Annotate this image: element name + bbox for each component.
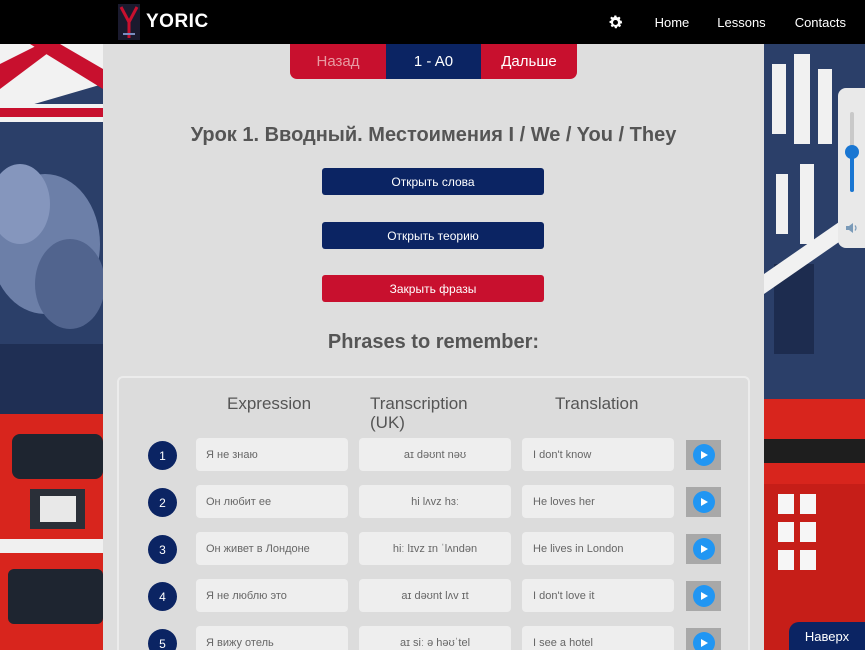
play-button[interactable] (686, 581, 721, 611)
translation-cell: He loves her (522, 485, 674, 518)
brand-name: YORIC (146, 11, 209, 32)
row-number: 5 (148, 629, 177, 650)
close-phrases-button[interactable]: Закрыть фразы (322, 275, 544, 302)
table-row: 5 Я вижу отель aɪ siː ə həʊˈtel I see a … (119, 626, 752, 650)
back-to-top-button[interactable]: Наверх (789, 622, 865, 650)
lesson-pager: Назад 1 - A0 Дальше (290, 44, 577, 79)
expression-cell: Он любит ее (196, 485, 348, 518)
main-nav: Home Lessons Contacts (607, 0, 865, 44)
open-words-button[interactable]: Открыть слова (322, 168, 544, 195)
play-icon (692, 491, 715, 513)
play-icon (692, 444, 715, 466)
play-button[interactable] (686, 440, 721, 470)
translation-cell: He lives in London (522, 532, 674, 565)
nav-home-link[interactable]: Home (655, 15, 690, 30)
play-icon (692, 538, 715, 560)
expression-cell: Он живет в Лондоне (196, 532, 348, 565)
row-number: 3 (148, 535, 177, 564)
table-row: 4 Я не люблю это aɪ dəʊnt lʌv ɪt I don't… (119, 579, 752, 613)
volume-slider-handle[interactable] (845, 145, 859, 159)
prev-lesson-button[interactable]: Назад (290, 44, 386, 79)
transcription-cell: hiː lɪvz ɪn ˈlʌndən (359, 532, 511, 565)
table-row: 1 Я не знаю aɪ dəʊnt nəʊ I don't know (119, 438, 752, 472)
phrases-section-title: Phrases to remember: (327, 331, 540, 353)
column-header-translation: Translation (555, 394, 639, 413)
table-row: 2 Он любит ее hi lʌvz hɜː He loves her (119, 485, 752, 519)
lesson-title: Урок 1. Вводный. Местоимения I / We / Yo… (190, 124, 677, 146)
transcription-cell: aɪ siː ə həʊˈtel (359, 626, 511, 650)
translation-cell: I don't know (522, 438, 674, 471)
translation-cell: I don't love it (522, 579, 674, 612)
top-navbar: YORIC Home Lessons Contacts (0, 0, 865, 44)
logo-mark-icon (118, 4, 140, 40)
next-lesson-button[interactable]: Дальше (481, 44, 577, 79)
transcription-cell: aɪ dəʊnt nəʊ (359, 438, 511, 471)
transcription-cell: hi lʌvz hɜː (359, 485, 511, 518)
lesson-panel: Назад 1 - A0 Дальше Урок 1. Вводный. Мес… (103, 44, 764, 650)
phrases-table: Expression Transcription (UK) Translatio… (117, 376, 750, 650)
nav-contacts-link[interactable]: Contacts (795, 15, 846, 30)
gear-icon[interactable] (607, 13, 625, 31)
table-row: 3 Он живет в Лондоне hiː lɪvz ɪn ˈlʌndən… (119, 532, 752, 566)
expression-cell: Я не люблю это (196, 579, 348, 612)
column-header-transcription: Transcription (UK) (370, 394, 468, 432)
volume-control (838, 88, 865, 248)
current-lesson-indicator[interactable]: 1 - A0 (386, 44, 481, 79)
left-background-art (0, 44, 103, 650)
open-theory-button[interactable]: Открыть теорию (322, 222, 544, 249)
translation-cell: I see a hotel (522, 626, 674, 650)
play-icon (692, 632, 715, 650)
transcription-cell: aɪ dəʊnt lʌv ɪt (359, 579, 511, 612)
expression-cell: Я не знаю (196, 438, 348, 471)
brand-logo[interactable]: YORIC (118, 4, 209, 40)
row-number: 4 (148, 582, 177, 611)
play-icon (692, 585, 715, 607)
play-button[interactable] (686, 534, 721, 564)
play-button[interactable] (686, 487, 721, 517)
row-number: 1 (148, 441, 177, 470)
speaker-icon[interactable] (845, 222, 859, 234)
row-number: 2 (148, 488, 177, 517)
play-button[interactable] (686, 628, 721, 650)
expression-cell: Я вижу отель (196, 626, 348, 650)
nav-lessons-link[interactable]: Lessons (717, 15, 765, 30)
column-header-expression: Expression (227, 394, 312, 413)
